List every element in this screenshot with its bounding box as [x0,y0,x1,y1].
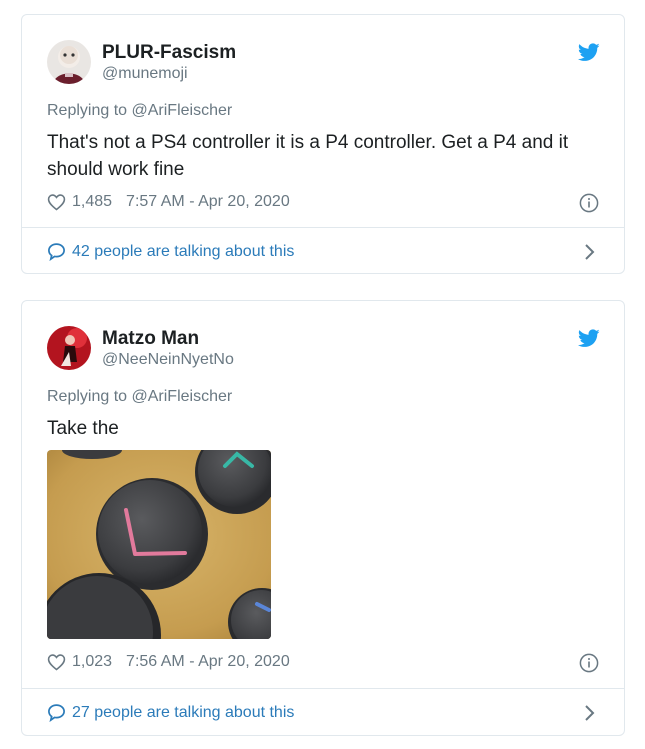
replying-to[interactable]: Replying to @AriFleischer [47,388,232,406]
conversation-link[interactable]: 27 people are talking about this [47,703,294,722]
twitter-bird-icon[interactable] [578,43,600,62]
like-count[interactable]: 1,023 [72,653,112,671]
conversation-link[interactable]: 42 people are talking about this [47,242,294,261]
talking-count: 27 people are talking about this [72,703,295,721]
username[interactable]: @NeeNeinNyetNo [102,351,234,369]
divider [22,688,624,689]
replying-to[interactable]: Replying to @AriFleischer [47,102,232,120]
info-icon[interactable] [579,193,599,213]
timestamp[interactable]: 7:56 AM - Apr 20, 2020 [126,653,290,671]
divider [22,227,624,228]
tweet-text: That's not a PS4 controller it is a P4 c… [47,132,569,180]
chevron-right-icon[interactable] [584,704,596,722]
timestamp[interactable]: 7:57 AM - Apr 20, 2020 [126,193,290,211]
twitter-bird-icon[interactable] [578,329,600,348]
like-count[interactable]: 1,485 [72,193,112,211]
display-name[interactable]: Matzo Man [102,328,199,350]
display-name[interactable]: PLUR-Fascism [102,42,236,64]
speech-bubble-icon [48,243,65,261]
tweet-card: Matzo Man @NeeNeinNyetNo Replying to @Ar… [21,300,625,736]
info-icon[interactable] [579,653,599,673]
tweet-meta: 1,485 7:57 AM - Apr 20, 2020 [47,193,290,211]
speech-bubble-icon [48,704,65,722]
talking-count: 42 people are talking about this [72,242,295,260]
username[interactable]: @munemoji [102,65,188,83]
tweet-text: Take the [47,418,119,439]
chevron-right-icon[interactable] [584,243,596,261]
tweet-media-photo[interactable] [47,450,271,639]
heart-icon[interactable] [47,193,66,211]
tweet-meta: 1,023 7:56 AM - Apr 20, 2020 [47,653,290,671]
avatar[interactable] [47,40,91,84]
avatar[interactable] [47,326,91,370]
heart-icon[interactable] [47,653,66,671]
tweet-card: PLUR-Fascism @munemoji Replying to @AriF… [21,14,625,274]
